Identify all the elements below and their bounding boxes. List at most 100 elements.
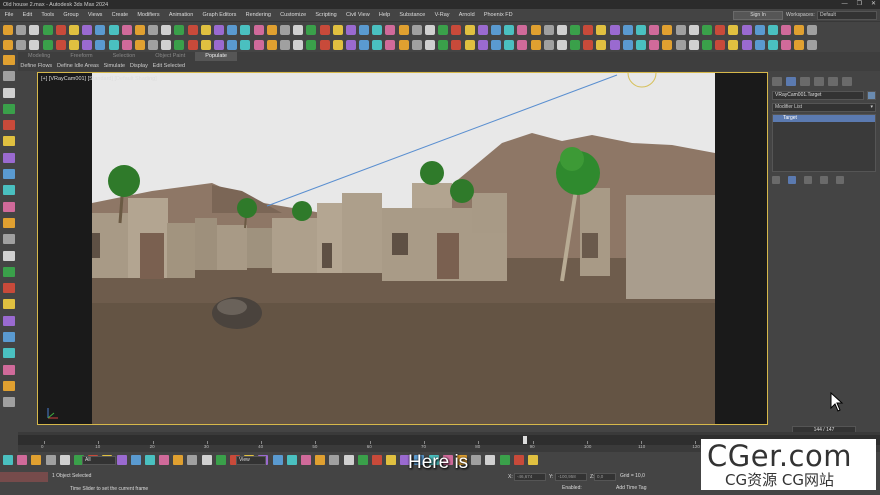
toolbar1-tool-19-icon[interactable] <box>240 25 251 35</box>
toolbar2-tool-31-icon[interactable] <box>398 40 409 50</box>
x-coordinate-field[interactable]: -46,674 <box>514 473 546 481</box>
toolbar1-tool-53-icon[interactable] <box>688 25 699 35</box>
bottom-tool-27-icon[interactable] <box>371 455 382 465</box>
toolbar1-tool-59-icon[interactable] <box>767 25 778 35</box>
command-panel-hierarchy-icon[interactable] <box>800 77 810 86</box>
toolbar2-tool-23-icon[interactable] <box>293 40 304 50</box>
command-panel-modify-icon[interactable] <box>786 77 796 86</box>
ribbon-tab-populate[interactable]: Populate <box>195 52 237 61</box>
viewport-label[interactable]: [+] [VRayCam001] [Standard] [Default Sha… <box>41 76 157 82</box>
menu-rendering[interactable]: Rendering <box>241 9 276 22</box>
toolbar2-tool-17-icon[interactable] <box>214 40 224 50</box>
add-time-tag[interactable]: Add Time Tag <box>616 485 646 491</box>
bottom-tool-10-icon[interactable] <box>130 455 141 465</box>
menu-phoenix-fd[interactable]: Phoenix FD <box>479 9 517 22</box>
left-tool-15-icon[interactable] <box>3 283 15 294</box>
bottom-tool-25-icon[interactable] <box>343 455 354 465</box>
toolbar2-tool-16-icon[interactable] <box>200 40 211 50</box>
toolbar2-tool-10-icon[interactable] <box>121 40 132 50</box>
bottom-tool-38-icon[interactable] <box>527 455 538 465</box>
toolbar2-tool-37-icon[interactable] <box>477 40 488 50</box>
show-end-result-icon[interactable] <box>788 176 796 184</box>
toolbar2-tool-4-icon[interactable] <box>42 40 53 50</box>
left-tool-17-icon[interactable] <box>3 315 15 326</box>
toolbar2-tool-20-icon[interactable] <box>253 40 264 50</box>
menu-arnold[interactable]: Arnold <box>454 9 479 22</box>
menu-substance[interactable]: Substance <box>395 9 430 22</box>
left-tool-18-icon[interactable] <box>3 332 15 343</box>
toolbar1-tool-14-icon[interactable] <box>174 25 185 35</box>
left-tool-22-icon[interactable] <box>3 397 15 408</box>
bottom-tool-20-icon[interactable] <box>272 455 283 465</box>
left-tool-16-icon[interactable] <box>3 299 15 310</box>
menu-edit[interactable]: Edit <box>18 9 37 22</box>
menu-tools[interactable]: Tools <box>37 9 59 22</box>
toolbar1-tool-6-icon[interactable] <box>68 25 79 35</box>
bottom-tool-5-icon[interactable] <box>59 455 70 465</box>
menu-scripting[interactable]: Scripting <box>311 9 342 22</box>
toolbar1-tool-1-icon[interactable] <box>3 25 13 35</box>
workspaces-dropdown[interactable]: Default <box>817 11 877 20</box>
toolbar2-tool-60-icon[interactable] <box>781 40 792 50</box>
bottom-tool-15-icon[interactable] <box>201 455 212 465</box>
toolbar1-tool-5-icon[interactable] <box>55 25 66 35</box>
menu-v-ray[interactable]: V-Ray <box>430 9 454 22</box>
toolbar2-tool-49-icon[interactable] <box>636 40 646 50</box>
pin-stack-icon[interactable] <box>772 176 780 184</box>
toolbar1-tool-3-icon[interactable] <box>29 25 40 35</box>
left-tool-3-icon[interactable] <box>3 87 15 98</box>
toolbar1-tool-48-icon[interactable] <box>622 25 633 35</box>
toolbar2-tool-38-icon[interactable] <box>490 40 501 50</box>
configure-modifier-sets-icon[interactable] <box>836 176 844 184</box>
toolbar1-tool-30-icon[interactable] <box>385 25 396 35</box>
toolbar1-tool-20-icon[interactable] <box>253 25 264 35</box>
toolbar2-tool-2-icon[interactable] <box>16 40 27 50</box>
bottom-tool-21-icon[interactable] <box>286 455 297 465</box>
left-tool-20-icon[interactable] <box>3 364 15 375</box>
menu-graph-editors[interactable]: Graph Editors <box>198 9 241 22</box>
left-tool-2-icon[interactable] <box>3 71 15 82</box>
toolbar1-tool-50-icon[interactable] <box>649 25 660 35</box>
bottom-tool-9-icon[interactable] <box>116 455 127 465</box>
object-name-field[interactable]: VRayCam001.Target <box>772 91 864 100</box>
toolbar2-tool-51-icon[interactable] <box>662 40 673 50</box>
bottom-tool-22-icon[interactable] <box>300 455 311 465</box>
toolbar1-tool-35-icon[interactable] <box>451 25 462 35</box>
left-tool-6-icon[interactable] <box>3 136 15 147</box>
toolbar2-tool-50-icon[interactable] <box>649 40 660 50</box>
toolbar2-tool-12-icon[interactable] <box>148 40 159 50</box>
toolbar2-tool-18-icon[interactable] <box>227 40 238 50</box>
toolbar1-tool-25-icon[interactable] <box>319 25 330 35</box>
ribbon-item-edit-selected[interactable]: Edit Selected <box>150 61 187 71</box>
toolbar1-tool-43-icon[interactable] <box>556 25 567 35</box>
toolbar2-tool-47-icon[interactable] <box>609 40 620 50</box>
command-panel-utilities-icon[interactable] <box>842 77 852 86</box>
toolbar2-tool-6-icon[interactable] <box>68 40 79 50</box>
minimize-button[interactable]: — <box>842 0 848 9</box>
stack-item-target[interactable]: Target <box>773 115 875 122</box>
toolbar1-tool-4-icon[interactable] <box>42 25 53 35</box>
toolbar2-tool-5-icon[interactable] <box>55 40 66 50</box>
toolbar2-tool-13-icon[interactable] <box>161 40 172 50</box>
toolbar2-tool-48-icon[interactable] <box>622 40 633 50</box>
toolbar2-tool-61-icon[interactable] <box>794 40 805 50</box>
menu-modifiers[interactable]: Modifiers <box>133 9 165 22</box>
ribbon-item-define-flows[interactable]: Define Flows <box>18 61 55 71</box>
left-tool-21-icon[interactable] <box>3 380 15 391</box>
left-tool-7-icon[interactable] <box>3 152 15 163</box>
toolbar1-tool-7-icon[interactable] <box>82 25 93 35</box>
toolbar1-tool-29-icon[interactable] <box>372 25 383 35</box>
selection-filter-dropdown[interactable]: All <box>82 456 116 465</box>
toolbar2-tool-25-icon[interactable] <box>319 40 330 50</box>
left-tool-5-icon[interactable] <box>3 120 15 131</box>
left-tool-1-icon[interactable] <box>3 55 15 65</box>
toolbar2-tool-22-icon[interactable] <box>279 40 290 50</box>
bottom-tool-3-icon[interactable] <box>31 455 42 465</box>
left-tool-12-icon[interactable] <box>3 234 15 245</box>
ribbon-tab-freeform[interactable]: Freeform <box>60 52 102 61</box>
ribbon-tab-selection[interactable]: Selection <box>103 52 146 61</box>
bottom-tool-28-icon[interactable] <box>386 455 397 465</box>
object-color-swatch[interactable] <box>867 91 876 100</box>
menu-create[interactable]: Create <box>107 9 133 22</box>
toolbar1-tool-9-icon[interactable] <box>108 25 119 35</box>
